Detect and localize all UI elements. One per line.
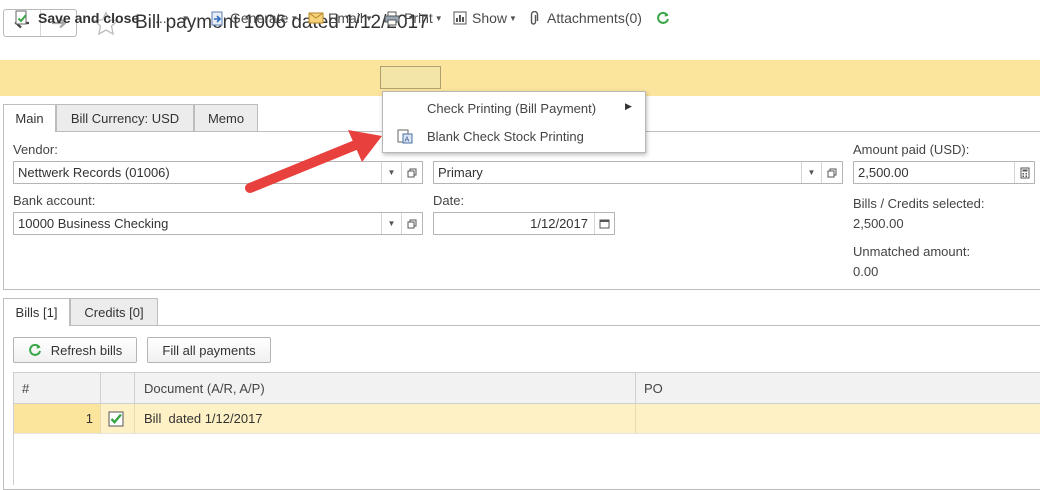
more-label: ...: [155, 10, 167, 26]
show-button[interactable]: Show ▼: [453, 0, 517, 36]
printer-icon: [384, 11, 400, 25]
vendor-label: Vendor:: [13, 142, 58, 157]
amount-paid-label: Amount paid (USD):: [853, 142, 970, 157]
remit-to-dropdown-button[interactable]: ▼: [801, 162, 821, 183]
column-divider: [134, 373, 135, 403]
vendor-open-button[interactable]: [401, 162, 421, 183]
chevron-down-icon: ▼: [807, 168, 816, 177]
email-button[interactable]: Email ▼: [308, 0, 373, 36]
attachments-label: Attachments(0): [547, 10, 642, 26]
save-document-icon: [15, 10, 27, 25]
chevron-down-icon: ▼: [434, 13, 443, 23]
checkbox-checked-icon: [108, 411, 124, 426]
refresh-bills-button[interactable]: Refresh bills: [13, 337, 137, 363]
menu-item-check-printing[interactable]: Check Printing (Bill Payment) ▶: [383, 94, 645, 122]
bank-account-dropdown-button[interactable]: ▼: [381, 213, 401, 234]
unmatched-amount-value: 0.00: [853, 264, 879, 279]
date-picker-button[interactable]: [594, 213, 614, 234]
save-and-close-button[interactable]: Save and close: [14, 0, 139, 36]
refresh-icon: [28, 343, 41, 356]
amount-paid-value: 2,500.00: [858, 165, 909, 180]
generate-icon: [211, 11, 223, 25]
column-header-number[interactable]: #: [22, 373, 29, 403]
chevron-down-icon: ▼: [509, 13, 517, 23]
column-divider: [635, 373, 636, 403]
column-header-check[interactable]: [101, 373, 134, 403]
remit-to-open-button[interactable]: [821, 162, 841, 183]
column-header-document[interactable]: Document (A/R, A/P): [144, 373, 265, 403]
bills-credits-selected-label: Bills / Credits selected:: [853, 196, 985, 211]
table-header: # Document (A/R, A/P) PO: [13, 372, 1040, 404]
chevron-down-icon: ▼: [290, 13, 299, 23]
unmatched-amount-label: Unmatched amount:: [853, 244, 971, 259]
chevron-down-icon: ▼: [365, 13, 373, 23]
check-document-icon: A: [397, 129, 413, 144]
table-row[interactable]: 1 Bill dated 1/12/2017: [13, 404, 1040, 434]
calculator-icon: [1020, 167, 1029, 178]
paperclip-icon: [530, 10, 539, 25]
fill-all-payments-label: Fill all payments: [162, 342, 256, 358]
generate-button[interactable]: Generate ▼: [210, 0, 298, 36]
tab-bill-currency[interactable]: Bill Currency: USD: [56, 104, 194, 131]
more-actions-button[interactable]: ... ▼: [155, 0, 190, 36]
chevron-down-icon: ▼: [181, 13, 190, 23]
bank-account-value: 10000 Business Checking: [18, 216, 169, 231]
column-divider: [134, 404, 135, 433]
open-window-icon: [407, 168, 416, 177]
menu-item-blank-check-stock-label: Blank Check Stock Printing: [427, 128, 584, 144]
envelope-icon: [308, 12, 324, 24]
open-window-icon: [827, 168, 836, 177]
column-header-po[interactable]: PO: [644, 373, 663, 403]
vendor-value: Nettwerk Records (01006): [18, 165, 170, 180]
bank-account-field[interactable]: 10000 Business Checking ▼: [13, 212, 423, 235]
refresh-icon: [657, 11, 669, 24]
fill-all-payments-button[interactable]: Fill all payments: [147, 337, 271, 363]
menu-item-blank-check-stock[interactable]: A Blank Check Stock Printing: [383, 122, 645, 150]
refresh-bills-label: Refresh bills: [50, 342, 123, 358]
amount-paid-field[interactable]: 2,500.00: [853, 161, 1035, 184]
print-button[interactable]: Print ▼: [384, 0, 443, 36]
show-label: Show: [472, 10, 508, 26]
column-divider: [635, 404, 636, 433]
remit-to-field[interactable]: Primary ▼: [433, 161, 843, 184]
email-label: Email: [328, 10, 364, 26]
remit-to-value: Primary: [438, 165, 483, 180]
print-dropdown-menu: Check Printing (Bill Payment) ▶ A Blank …: [382, 91, 646, 153]
report-icon: [453, 11, 467, 25]
open-window-icon: [407, 219, 416, 228]
print-button-pressed-frame: [380, 66, 441, 89]
table-left-border: [13, 372, 14, 485]
submenu-arrow-icon: ▶: [625, 101, 632, 111]
tab-bills[interactable]: Bills [1]: [3, 298, 70, 326]
calendar-icon: [599, 219, 610, 229]
date-label: Date:: [433, 193, 465, 208]
chevron-down-icon: ▼: [387, 219, 396, 228]
date-field[interactable]: 1/12/2017: [433, 212, 615, 235]
calculator-button[interactable]: [1014, 162, 1034, 183]
tab-credits[interactable]: Credits [0]: [70, 298, 158, 325]
bank-account-label: Bank account:: [13, 193, 96, 208]
bills-credits-selected-value: 2,500.00: [853, 216, 904, 231]
menu-item-check-printing-label: Check Printing (Bill Payment): [427, 100, 597, 116]
column-divider: [100, 404, 101, 433]
tab-memo[interactable]: Memo: [194, 104, 258, 131]
date-value: 1/12/2017: [530, 216, 588, 231]
save-and-close-label: Save and close: [38, 10, 140, 26]
row-number: 1: [85, 411, 93, 426]
svg-text:A: A: [405, 136, 410, 144]
refresh-button[interactable]: [656, 0, 670, 36]
row-document: Bill dated 1/12/2017: [144, 411, 263, 426]
generate-label: Generate: [230, 10, 289, 26]
row-checkbox[interactable]: [108, 404, 124, 433]
bank-account-open-button[interactable]: [401, 213, 421, 234]
red-arrow-annotation: [245, 130, 382, 193]
attachments-button[interactable]: Attachments(0): [529, 0, 642, 36]
print-label: Print: [404, 10, 433, 26]
tab-main[interactable]: Main: [3, 104, 56, 132]
